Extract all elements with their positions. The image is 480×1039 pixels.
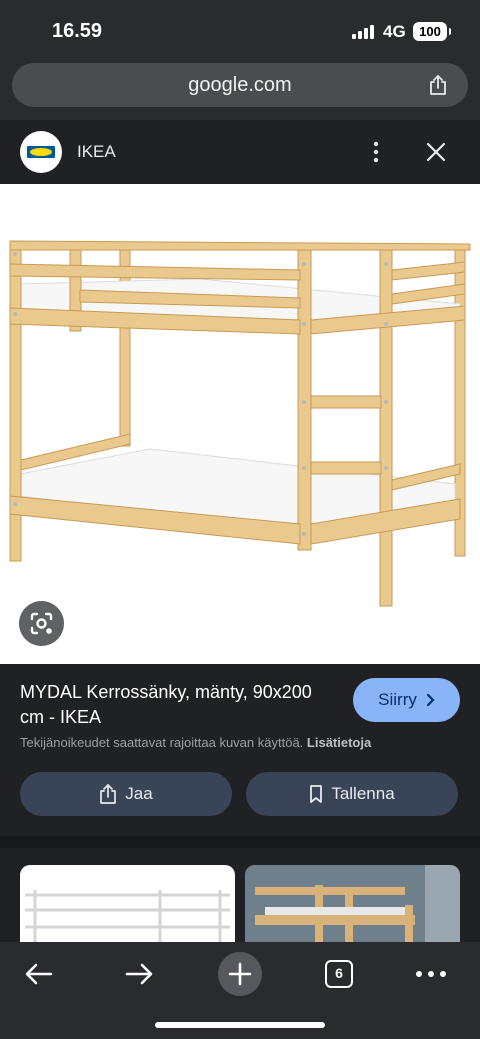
arrow-right-icon xyxy=(125,963,153,985)
plus-icon xyxy=(228,962,252,986)
share-icon[interactable] xyxy=(426,73,450,97)
lens-search-icon[interactable] xyxy=(19,601,64,646)
share-button[interactable]: Jaa xyxy=(20,772,232,816)
share-label: Jaa xyxy=(125,784,153,803)
ikea-logo xyxy=(20,131,62,173)
network-type: 4G xyxy=(383,22,406,41)
arrow-left-icon xyxy=(25,963,53,985)
back-button[interactable] xyxy=(19,954,59,994)
cellular-signal-icon xyxy=(352,24,374,39)
address-bar[interactable]: google.com xyxy=(12,63,468,107)
new-tab-button[interactable] xyxy=(218,952,262,996)
bunk-bed-illustration xyxy=(9,240,471,607)
save-button[interactable]: Tallenna xyxy=(246,772,458,816)
more-horiz-icon xyxy=(416,971,446,977)
related-image-white-bed[interactable] xyxy=(20,865,235,942)
visit-button[interactable]: Siirry xyxy=(353,678,460,722)
tab-switcher-button[interactable]: 6 xyxy=(319,954,359,994)
browser-toolbar: google.com xyxy=(0,62,480,120)
copyright-text: Tekijänoikeudet saattavat rajoittaa kuva… xyxy=(20,735,304,750)
bottom-navigation: 6 xyxy=(0,942,480,1039)
product-image[interactable] xyxy=(0,184,480,664)
home-indicator xyxy=(155,1022,325,1028)
visit-label: Siirry xyxy=(378,690,417,709)
bookmark-icon xyxy=(310,785,323,803)
status-bar: 16.59 4G 100 xyxy=(0,0,480,62)
result-title[interactable]: MYDAL Kerrossänky, mänty, 90x200 cm - IK… xyxy=(20,680,340,730)
learn-more-link[interactable]: Lisätietoja xyxy=(307,735,371,750)
result-header: IKEA xyxy=(0,120,480,184)
copyright-notice: Tekijänoikeudet saattavat rajoittaa kuva… xyxy=(20,735,371,750)
related-image-room-bed[interactable] xyxy=(245,865,460,942)
battery-indicator: 100 xyxy=(413,22,451,41)
forward-button[interactable] xyxy=(119,954,159,994)
close-icon[interactable] xyxy=(424,140,448,164)
related-images xyxy=(0,848,480,942)
chevron-right-icon xyxy=(426,693,435,707)
status-time: 16.59 xyxy=(52,20,103,42)
url-text[interactable]: google.com xyxy=(12,74,468,97)
tab-count: 6 xyxy=(325,960,353,988)
result-info-panel: MYDAL Kerrossänky, mänty, 90x200 cm - IK… xyxy=(0,664,480,836)
menu-button[interactable] xyxy=(411,954,451,994)
share-icon xyxy=(100,784,117,804)
save-label: Tallenna xyxy=(331,784,395,803)
section-divider xyxy=(0,836,480,848)
more-vert-icon[interactable] xyxy=(364,140,388,164)
site-name: IKEA xyxy=(77,142,116,161)
